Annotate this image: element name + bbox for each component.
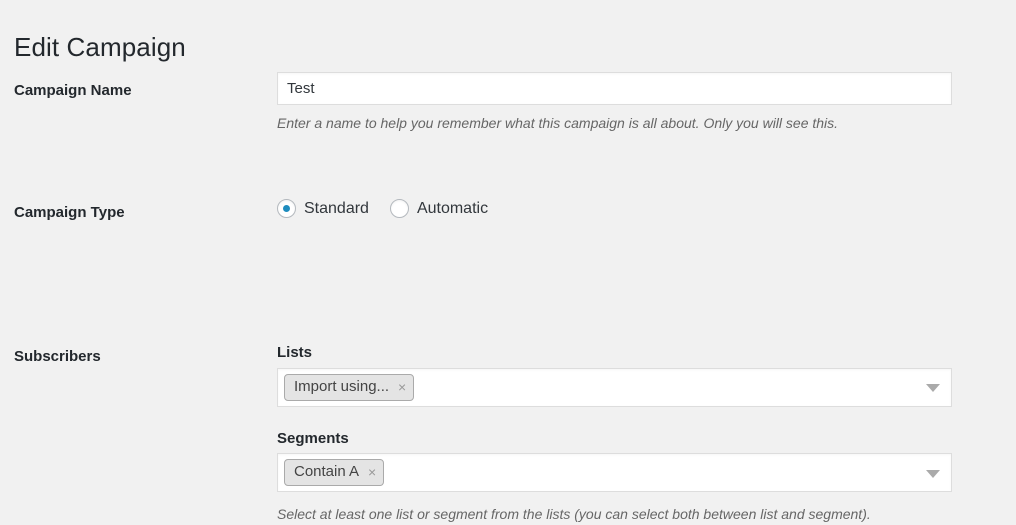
radio-option-standard[interactable]: Standard bbox=[277, 199, 369, 218]
label-subscribers: Subscribers bbox=[14, 348, 101, 365]
field-campaign-name: Enter a name to help you remember what t… bbox=[277, 72, 952, 134]
chevron-down-icon[interactable] bbox=[926, 384, 940, 392]
field-campaign-type: Standard Automatic bbox=[277, 148, 952, 218]
lists-select[interactable]: Import using... × bbox=[277, 367, 952, 407]
field-subscribers: Lists Import using... × Segments Contain… bbox=[277, 219, 952, 525]
subscribers-description: Select at least one list or segment from… bbox=[277, 506, 871, 522]
radio-option-automatic[interactable]: Automatic bbox=[389, 199, 489, 218]
radio-automatic-label: Automatic bbox=[416, 199, 489, 217]
radio-standard-mark[interactable] bbox=[277, 199, 296, 218]
radio-automatic-mark[interactable] bbox=[389, 199, 409, 218]
page-title: Edit Campaign bbox=[14, 32, 186, 63]
chevron-down-icon[interactable] bbox=[926, 469, 940, 478]
label-campaign-name: Campaign Name bbox=[14, 82, 132, 99]
campaign-type-radio-group: Standard Automatic bbox=[277, 199, 952, 218]
form-row-campaign-name: Campaign Name Enter a name to help you r… bbox=[0, 72, 1016, 148]
segments-token-remove-icon[interactable]: × bbox=[368, 465, 376, 479]
lists-token-label: Import using... bbox=[294, 377, 390, 395]
label-lists: Lists bbox=[277, 344, 313, 361]
form-row-subscribers: Subscribers Lists Import using... × Segm… bbox=[0, 219, 1016, 525]
label-segments: Segments bbox=[277, 429, 349, 447]
lists-token[interactable]: Import using... × bbox=[284, 373, 415, 401]
segments-token[interactable]: Contain A × bbox=[284, 459, 385, 486]
campaign-name-description: Enter a name to help you remember what t… bbox=[277, 115, 839, 131]
segments-token-label: Contain A bbox=[294, 463, 360, 480]
campaign-form: Campaign Name Enter a name to help you r… bbox=[0, 72, 1016, 525]
lists-token-remove-icon[interactable]: × bbox=[398, 380, 406, 394]
radio-standard-label: Standard bbox=[304, 199, 369, 217]
segments-select[interactable]: Contain A × bbox=[277, 453, 952, 492]
campaign-name-input[interactable] bbox=[277, 72, 952, 105]
form-row-campaign-type: Campaign Type Standard Automatic bbox=[0, 148, 1016, 221]
